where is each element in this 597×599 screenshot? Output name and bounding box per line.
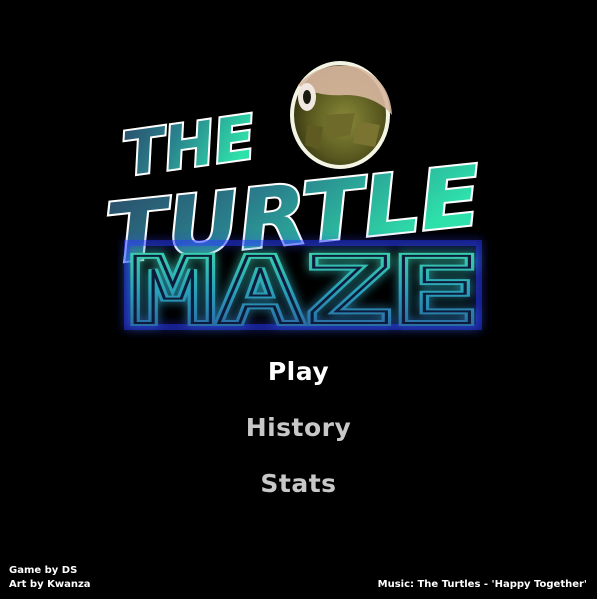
svg-text:MAZE: MAZE bbox=[129, 238, 479, 345]
play-button[interactable]: Play bbox=[0, 357, 597, 386]
turtle-head-icon bbox=[290, 61, 392, 169]
game-logo: THE TURTLE MAZE MAZE bbox=[95, 55, 495, 345]
logo-title-maze: MAZE MAZE bbox=[124, 235, 482, 345]
art-by-credit: Art by Kwanza bbox=[9, 579, 91, 590]
game-by-credit: Game by DS bbox=[9, 565, 78, 576]
history-button[interactable]: History bbox=[0, 413, 597, 442]
stats-button[interactable]: Stats bbox=[0, 469, 597, 498]
music-credit: Music: The Turtles - 'Happy Together' bbox=[377, 579, 587, 590]
credits-left: Game by DS Art by Kwanza bbox=[9, 564, 91, 592]
